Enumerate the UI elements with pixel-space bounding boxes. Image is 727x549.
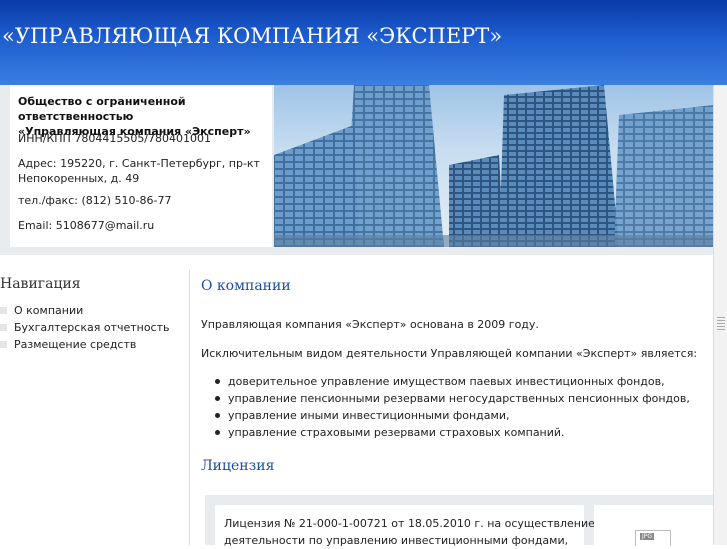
page-scrollbar[interactable] [713, 85, 727, 545]
nav-item-placement[interactable]: Размещение средств [0, 338, 136, 351]
jpg-badge: JPG [640, 533, 655, 540]
list-item: доверительное управление имуществом паев… [215, 373, 690, 390]
bullet-icon [0, 324, 7, 331]
activities-list: доверительное управление имуществом паев… [215, 373, 690, 441]
nav-item-about[interactable]: О компании [0, 304, 83, 317]
company-inn: ИНН/КПП 7804415505/780401001 [18, 132, 212, 145]
company-phone: тел./факс: (812) 510-86-77 [18, 194, 172, 207]
list-item: управление пенсионными резервами негосуд… [215, 390, 690, 407]
sidebar-divider [189, 270, 190, 545]
bullet-icon [0, 341, 7, 348]
about-paragraph-1: Управляющая компания «Эксперт» основана … [201, 318, 539, 331]
jpg-file-icon[interactable]: JPG [635, 530, 671, 546]
nav-title: Навигация [0, 276, 81, 292]
company-address: Адрес: 195220, г. Санкт-Петербург, пр-кт… [18, 157, 260, 185]
nav-item-accounting[interactable]: Бухгалтерская отчетность [0, 321, 170, 334]
license-heading: Лицензия [201, 458, 275, 474]
list-item: управление страховыми резервами страховы… [215, 424, 690, 441]
scrollbar-grip-icon[interactable] [717, 317, 725, 331]
about-heading: О компании [201, 278, 291, 294]
building-photo [274, 85, 714, 247]
about-paragraph-2: Исключительным видом деятельности Управл… [201, 347, 698, 360]
company-info-card: Общество с ограниченной ответственностью… [10, 85, 272, 247]
list-item: управление иными инвестиционными фондами… [215, 407, 690, 424]
site-title: «УПРАВЛЯЮЩАЯ КОМПАНИЯ «ЭКСПЕРТ» [2, 24, 503, 48]
license-text: Лицензия № 21-000-1-00721 от 18.05.2010 … [224, 517, 595, 547]
nav-item-label: О компании [14, 304, 84, 317]
site-header: «УПРАВЛЯЮЩАЯ КОМПАНИЯ «ЭКСПЕРТ» [0, 0, 727, 85]
company-email: Email: 5108677@mail.ru [18, 219, 155, 232]
bullet-icon [0, 307, 7, 314]
nav-item-label: Размещение средств [14, 338, 137, 351]
nav-item-label: Бухгалтерская отчетность [14, 321, 170, 334]
